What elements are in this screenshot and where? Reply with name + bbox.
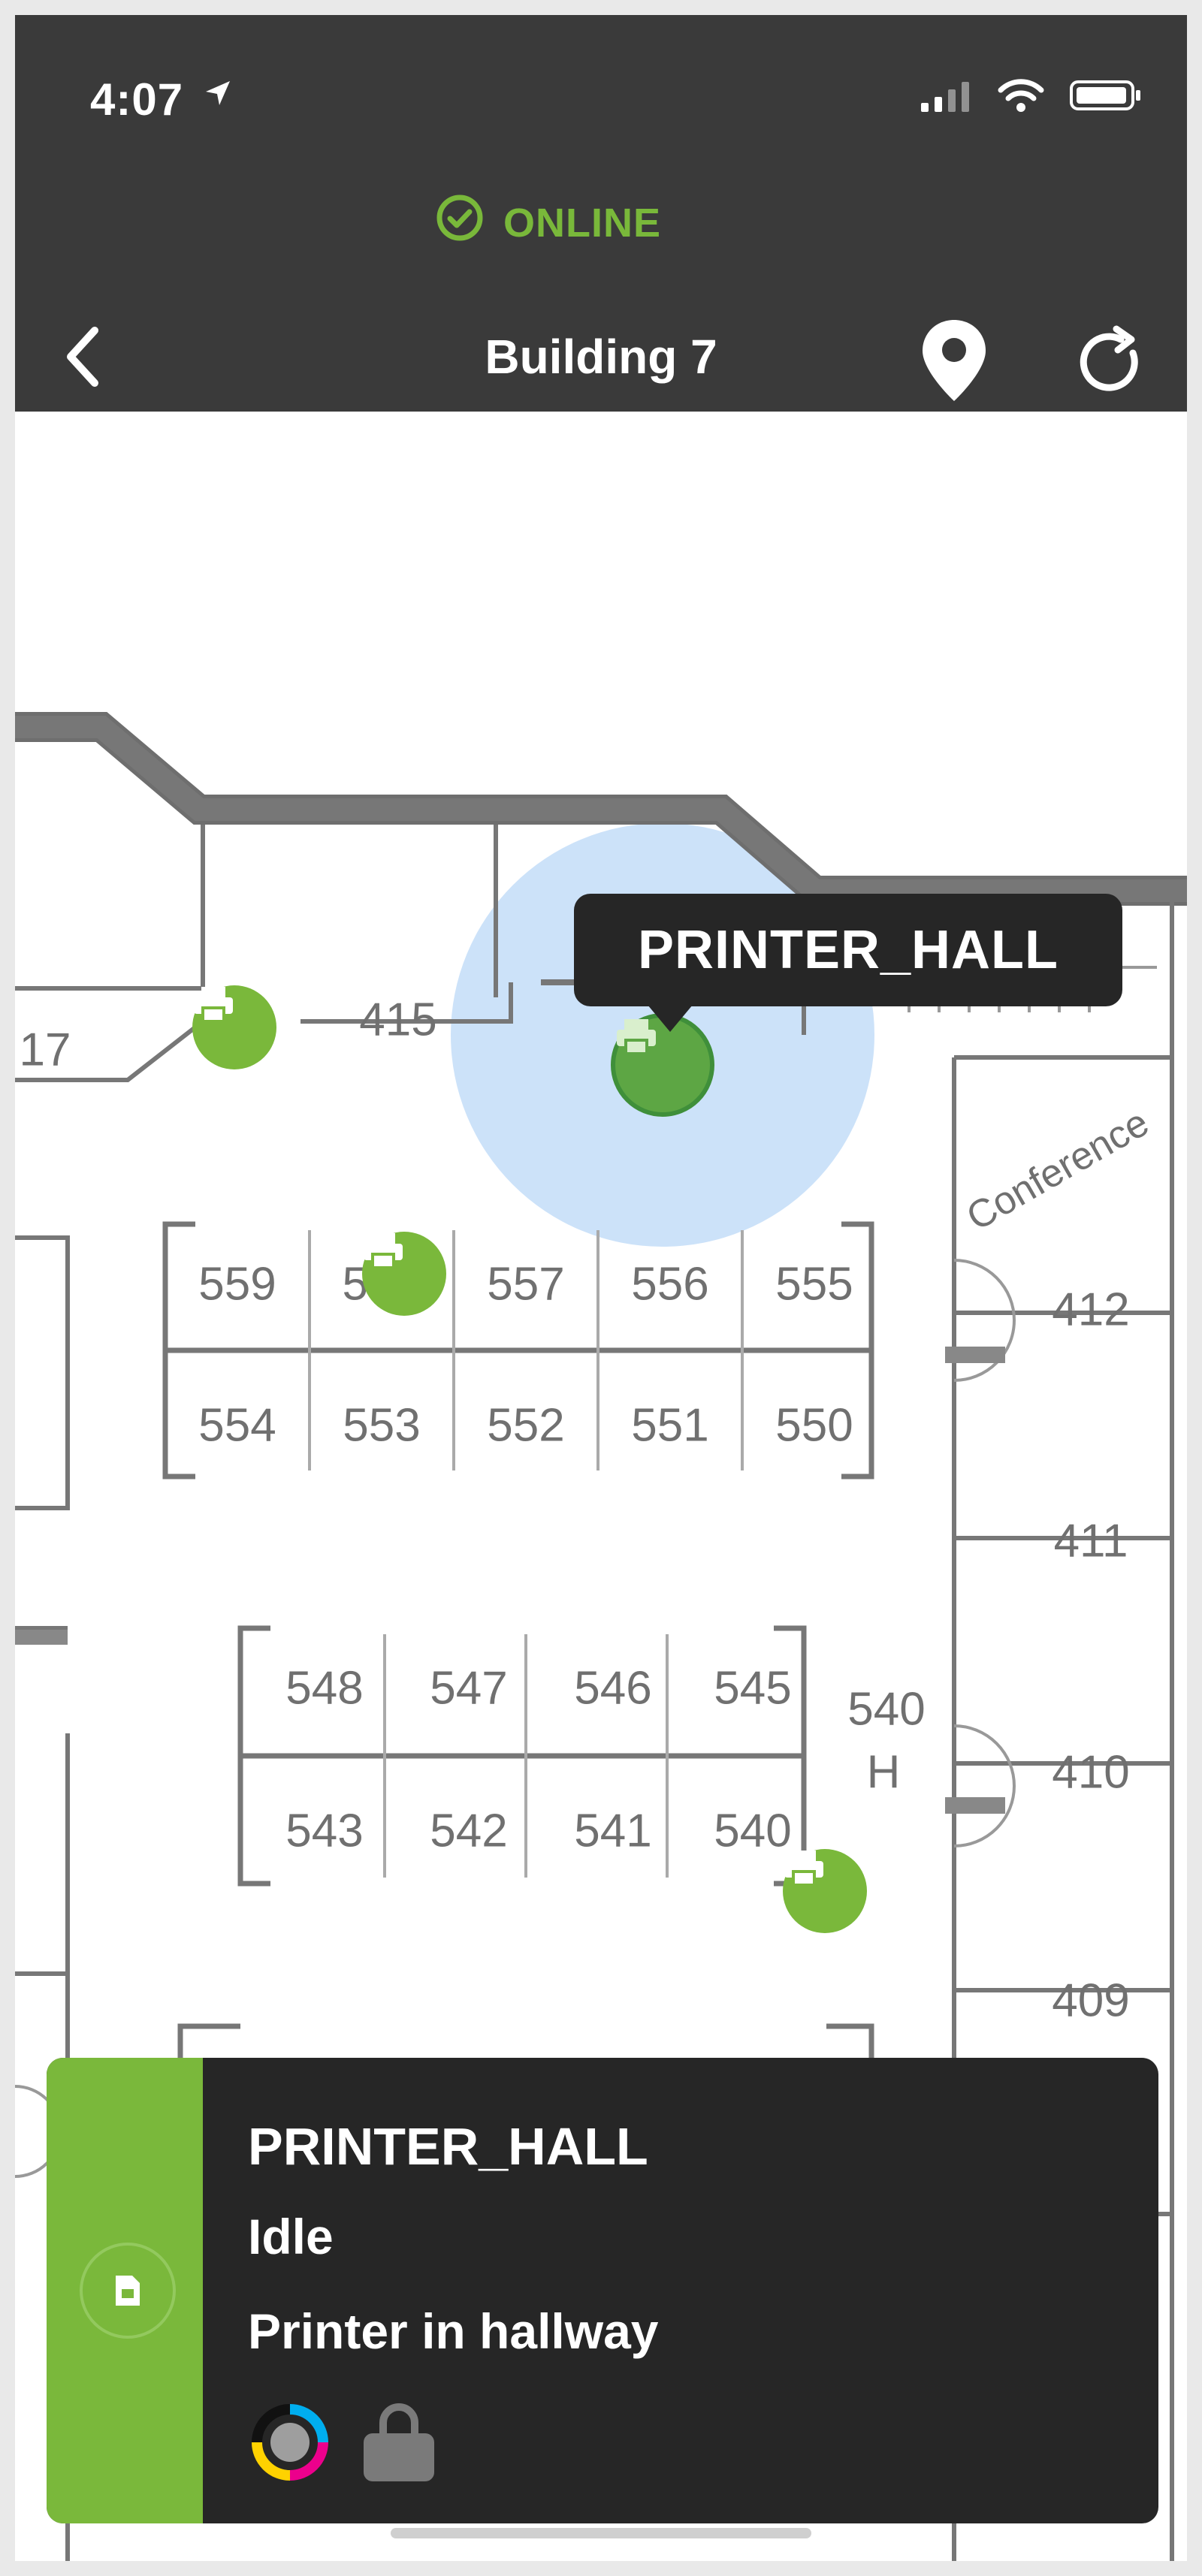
- room-label: 410: [1052, 1746, 1130, 1799]
- room-label: 540: [714, 1805, 792, 1857]
- room-label: 553: [343, 1399, 421, 1452]
- room-label: 17: [19, 1024, 71, 1076]
- location-arrow-icon: [203, 78, 233, 112]
- room-label: 412: [1052, 1283, 1130, 1336]
- room-label: 550: [775, 1399, 853, 1452]
- printer-status-icon: [80, 2243, 176, 2339]
- room-label: 547: [430, 1662, 508, 1715]
- signal-icon: [920, 79, 972, 116]
- app-screen: 4:07 ONLINE Building 7 17 415 559 557 55…: [15, 15, 1187, 2561]
- status-indicators: [920, 78, 1142, 116]
- room-label: H: [866, 1746, 901, 1799]
- room-label: 554: [198, 1399, 276, 1452]
- room-label: 411: [1053, 1515, 1128, 1567]
- printer-pin[interactable]: [362, 1232, 446, 1316]
- status-time: 4:07: [90, 74, 184, 125]
- room-label: 557: [487, 1258, 565, 1311]
- room-label: 542: [430, 1805, 508, 1857]
- printer-pin[interactable]: [192, 985, 276, 1069]
- connection-status: ONLINE: [436, 194, 661, 252]
- home-indicator: [391, 2528, 811, 2538]
- room-label: 552: [487, 1399, 565, 1452]
- page-title: Building 7: [485, 330, 717, 384]
- tooltip-pointer: [648, 1005, 693, 1032]
- printer-description: Printer in hallway: [248, 2303, 659, 2359]
- printer-pin[interactable]: [783, 1849, 867, 1933]
- refresh-icon[interactable]: [1074, 324, 1149, 403]
- room-label: 546: [574, 1662, 652, 1715]
- room-label: 545: [714, 1662, 792, 1715]
- printer-details-card[interactable]: PRINTER_HALL Idle Printer in hallway: [47, 2058, 1158, 2523]
- battery-icon: [1070, 79, 1142, 116]
- map-pin-icon[interactable]: [917, 315, 992, 409]
- room-label: 559: [198, 1258, 276, 1311]
- printer-status: Idle: [248, 2209, 334, 2264]
- room-label: 409: [1052, 1974, 1130, 2027]
- color-printing-icon[interactable]: [248, 2400, 332, 2488]
- room-label: 543: [285, 1805, 364, 1857]
- connection-status-label: ONLINE: [503, 200, 662, 246]
- check-circle-icon: [436, 194, 484, 252]
- room-label: 415: [359, 994, 437, 1046]
- room-label: 551: [631, 1399, 709, 1452]
- wifi-icon: [998, 78, 1044, 116]
- app-header: 4:07 ONLINE Building 7: [15, 15, 1187, 412]
- room-label: 548: [285, 1662, 364, 1715]
- printer-name: PRINTER_HALL: [248, 2117, 648, 2176]
- room-label: 555: [775, 1258, 853, 1311]
- room-label: 541: [574, 1805, 652, 1857]
- room-label: 540: [847, 1683, 926, 1736]
- printer-tooltip: PRINTER_HALL: [574, 894, 1122, 1006]
- room-label: 556: [631, 1258, 709, 1311]
- lock-icon[interactable]: [358, 2400, 440, 2488]
